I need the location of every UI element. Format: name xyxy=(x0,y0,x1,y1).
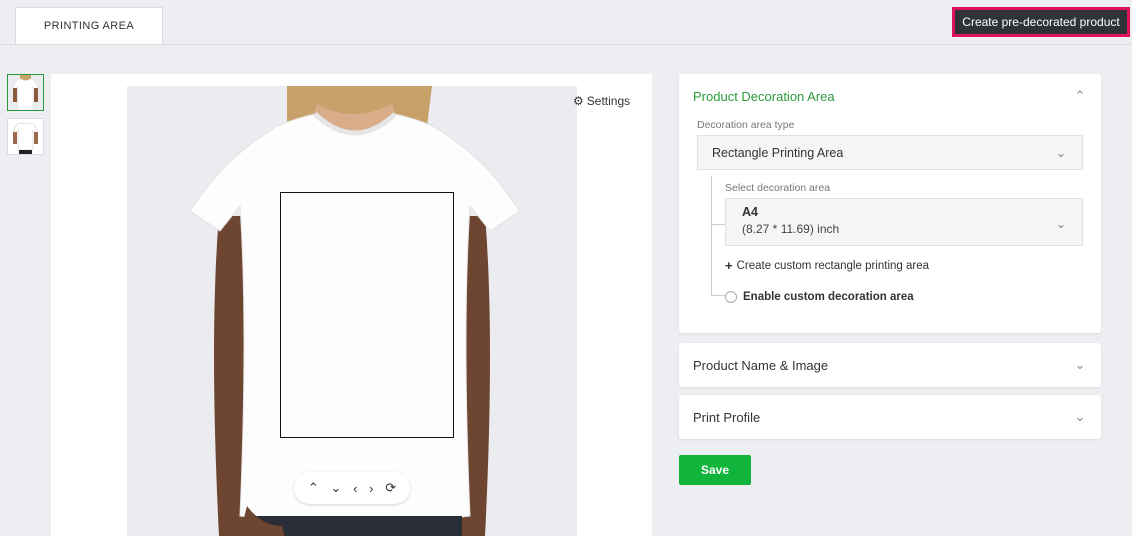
create-pre-decorated-button[interactable]: Create pre-decorated product xyxy=(952,7,1130,37)
settings-label: Settings xyxy=(586,94,631,108)
tree-connector xyxy=(711,295,725,296)
plus-icon: + xyxy=(725,258,733,273)
tab-printing-area[interactable]: PRINTING AREA xyxy=(15,7,163,44)
decoration-area-label: Select decoration area xyxy=(725,182,831,194)
save-button[interactable]: Save xyxy=(679,455,751,485)
chevron-down-icon: ⌄ xyxy=(1055,146,1067,160)
product-name-image-title: Product Name & Image xyxy=(693,357,829,373)
create-custom-area-link[interactable]: + Create custom rectangle printing area xyxy=(725,258,929,273)
decoration-type-value: Rectangle Printing Area xyxy=(712,145,844,160)
decoration-type-select[interactable]: Rectangle Printing Area ⌄ xyxy=(697,135,1083,170)
tshirt-back-icon xyxy=(8,119,43,154)
decoration-area-name: A4 xyxy=(742,205,758,219)
print-profile-header[interactable]: Print Profile ⌄ xyxy=(679,395,1101,439)
chevron-down-icon: ⌄ xyxy=(1074,409,1086,424)
decoration-type-label: Decoration area type xyxy=(697,119,795,131)
settings-link[interactable]: ⚙ Settings xyxy=(573,94,630,108)
enable-custom-area-label: Enable custom decoration area xyxy=(743,291,914,303)
print-area-rectangle[interactable] xyxy=(280,192,454,438)
tree-connector xyxy=(711,224,725,225)
decoration-area-title: Product Decoration Area xyxy=(693,88,835,104)
chevron-left-icon[interactable]: ‹ xyxy=(353,481,357,496)
product-name-image-card[interactable]: Product Name & Image ⌄ xyxy=(679,343,1101,387)
tree-connector xyxy=(711,176,712,296)
create-custom-area-label: Create custom rectangle printing area xyxy=(736,259,929,272)
print-profile-title: Print Profile xyxy=(693,409,761,425)
tshirt-front-icon xyxy=(8,75,43,110)
decoration-area-header[interactable]: Product Decoration Area ⌃ xyxy=(679,74,1101,118)
chevron-down-icon: ⌄ xyxy=(1055,216,1067,231)
decoration-area-select[interactable]: A4 (8.27 * 11.69) inch ⌄ xyxy=(725,198,1083,246)
chevron-down-icon[interactable]: ⌄ xyxy=(330,480,341,496)
chevron-right-icon[interactable]: › xyxy=(369,481,373,496)
enable-custom-area-radio[interactable] xyxy=(725,291,737,303)
canvas-control-bar: ⌃ ⌄ ‹ › ⟳ xyxy=(294,472,410,504)
tab-label: PRINTING AREA xyxy=(43,20,135,32)
tab-divider xyxy=(0,44,1132,45)
thumbnail-front[interactable] xyxy=(7,74,44,111)
product-stage: ⌃ ⌄ ‹ › ⟳ xyxy=(127,86,577,536)
refresh-icon[interactable]: ⟳ xyxy=(385,480,396,496)
chevron-down-icon: ⌄ xyxy=(1074,357,1086,372)
enable-custom-area-option[interactable]: Enable custom decoration area xyxy=(725,291,914,303)
thumbnail-back[interactable] xyxy=(7,118,44,155)
decoration-area-card: Product Decoration Area ⌃ Decoration are… xyxy=(679,74,1101,333)
print-profile-card[interactable]: Print Profile ⌄ xyxy=(679,395,1101,439)
product-name-image-header[interactable]: Product Name & Image ⌄ xyxy=(679,343,1101,387)
chevron-up-icon[interactable]: ⌃ xyxy=(308,480,319,496)
chevron-up-icon: ⌃ xyxy=(1074,88,1086,103)
gear-icon: ⚙ xyxy=(573,94,584,108)
design-canvas-panel: ⌃ ⌄ ‹ › ⟳ ⚙ Settings xyxy=(51,74,652,536)
decoration-area-size: (8.27 * 11.69) inch xyxy=(742,222,840,236)
